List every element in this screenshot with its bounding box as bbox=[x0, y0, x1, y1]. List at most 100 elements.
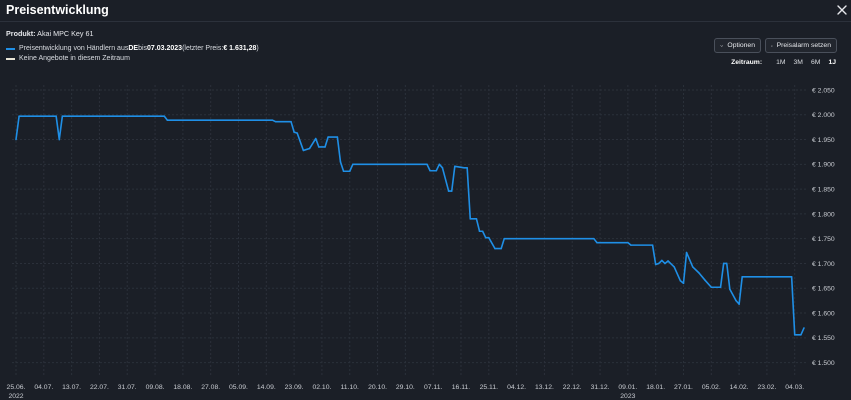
x-year-label: 2022 bbox=[8, 393, 23, 400]
y-tick-label: € 1.950 bbox=[812, 137, 835, 144]
x-tick-label: 14.02. bbox=[730, 384, 749, 391]
x-tick-label: 22.12. bbox=[563, 384, 582, 391]
price-data-point bbox=[478, 230, 481, 233]
y-tick-label: € 1.700 bbox=[812, 261, 835, 268]
price-data-point bbox=[691, 266, 694, 268]
price-data-point bbox=[679, 280, 682, 282]
price-data-point bbox=[657, 262, 660, 265]
price-data-point bbox=[435, 169, 438, 172]
price-data-point bbox=[494, 247, 496, 250]
price-data-point bbox=[339, 161, 342, 163]
price-data-point bbox=[627, 241, 629, 244]
y-tick-label: € 1.900 bbox=[812, 162, 835, 169]
price-data-point bbox=[314, 137, 317, 140]
price-data-point bbox=[651, 244, 654, 246]
price-data-point bbox=[447, 190, 450, 192]
price-data-point bbox=[704, 279, 706, 282]
price-data-point bbox=[290, 120, 292, 123]
price-data-point bbox=[488, 236, 490, 239]
price-chart[interactable]: € 1.500 € 1.550 € 1.600 € 1.650 € 1.700 € 1.7… bbox=[0, 0, 851, 400]
x-tick-label: 25.06. bbox=[7, 384, 26, 391]
x-tick-label: 16.11. bbox=[452, 384, 471, 391]
x-tick-label: 31.07. bbox=[118, 384, 137, 391]
x-tick-label: 18.08. bbox=[173, 384, 192, 391]
y-tick-label: € 1.500 bbox=[812, 360, 835, 367]
y-tick-label: € 1.850 bbox=[812, 187, 835, 194]
x-tick-label: 04.03. bbox=[785, 384, 804, 391]
price-data-point bbox=[18, 115, 20, 118]
price-data-point bbox=[630, 244, 632, 246]
price-data-point bbox=[790, 276, 793, 278]
price-data-point bbox=[302, 149, 305, 152]
price-series-line bbox=[15, 115, 805, 336]
x-tick-label: 04.07. bbox=[34, 384, 53, 391]
price-data-point bbox=[793, 334, 796, 336]
price-data-point bbox=[352, 163, 354, 166]
price-data-point bbox=[481, 230, 484, 233]
price-data-point bbox=[685, 251, 688, 254]
price-data-point bbox=[654, 263, 657, 266]
price-data-point bbox=[664, 262, 666, 265]
price-data-point bbox=[503, 237, 506, 240]
y-tick-label: € 2.000 bbox=[812, 112, 835, 119]
price-data-point bbox=[500, 247, 502, 250]
x-tick-label: 31.12. bbox=[591, 384, 610, 391]
price-data-point bbox=[450, 190, 453, 192]
x-tick-label: 20.10. bbox=[368, 384, 387, 391]
x-tick-label: 13.07. bbox=[62, 384, 81, 391]
price-data-point bbox=[61, 115, 64, 118]
price-data-point bbox=[698, 272, 700, 274]
price-data-point bbox=[324, 146, 326, 148]
price-data-point bbox=[466, 166, 468, 169]
price-data-point bbox=[58, 138, 61, 141]
price-data-point bbox=[738, 303, 740, 305]
x-tick-label: 22.07. bbox=[90, 384, 109, 391]
price-data-point bbox=[682, 282, 685, 285]
price-data-point bbox=[308, 147, 311, 150]
x-tick-label: 05.02. bbox=[702, 384, 721, 391]
x-tick-label: 23.09. bbox=[285, 384, 304, 391]
price-data-point bbox=[271, 119, 274, 121]
price-data-point bbox=[55, 115, 57, 118]
x-tick-label: 18.01. bbox=[646, 384, 665, 391]
y-tick-label: € 2.050 bbox=[812, 87, 835, 94]
x-tick-label: 07.11. bbox=[424, 384, 443, 391]
price-data-point bbox=[484, 236, 487, 239]
price-data-point bbox=[710, 286, 713, 289]
price-data-point bbox=[15, 138, 17, 141]
price-data-point bbox=[429, 169, 431, 172]
x-tick-label: 09.08. bbox=[146, 384, 165, 391]
price-data-point bbox=[741, 276, 743, 278]
price-data-point bbox=[441, 166, 444, 169]
price-data-point bbox=[729, 288, 731, 291]
x-tick-label: 04.12. bbox=[507, 384, 526, 391]
price-data-point bbox=[342, 170, 345, 173]
price-data-point bbox=[735, 299, 737, 302]
price-data-point bbox=[426, 163, 428, 166]
x-year-label: 2023 bbox=[620, 393, 635, 400]
y-tick-label: € 1.600 bbox=[812, 310, 835, 317]
price-data-point bbox=[673, 266, 676, 268]
y-tick-label: € 1.800 bbox=[812, 211, 835, 218]
price-data-point bbox=[667, 260, 669, 262]
x-tick-label: 23.02. bbox=[757, 384, 776, 391]
price-data-point bbox=[596, 241, 598, 244]
price-data-point bbox=[274, 120, 277, 123]
price-data-point bbox=[438, 163, 441, 166]
x-tick-label: 27.08. bbox=[201, 384, 220, 391]
x-tick-label: 11.10. bbox=[341, 384, 360, 391]
price-data-point bbox=[463, 166, 465, 169]
y-tick-label: € 1.650 bbox=[812, 286, 835, 293]
x-tick-label: 25.11. bbox=[480, 384, 499, 391]
price-data-point bbox=[296, 132, 299, 134]
price-data-point bbox=[661, 259, 663, 262]
price-data-point bbox=[725, 262, 728, 265]
price-data-point bbox=[293, 131, 295, 133]
price-data-point bbox=[327, 136, 329, 138]
x-tick-label: 29.10. bbox=[396, 384, 415, 391]
price-data-point bbox=[336, 136, 339, 138]
price-data-point bbox=[800, 334, 802, 336]
x-tick-label: 05.09. bbox=[229, 384, 248, 391]
y-tick-label: € 1.750 bbox=[812, 236, 835, 243]
price-data-point bbox=[722, 262, 725, 265]
